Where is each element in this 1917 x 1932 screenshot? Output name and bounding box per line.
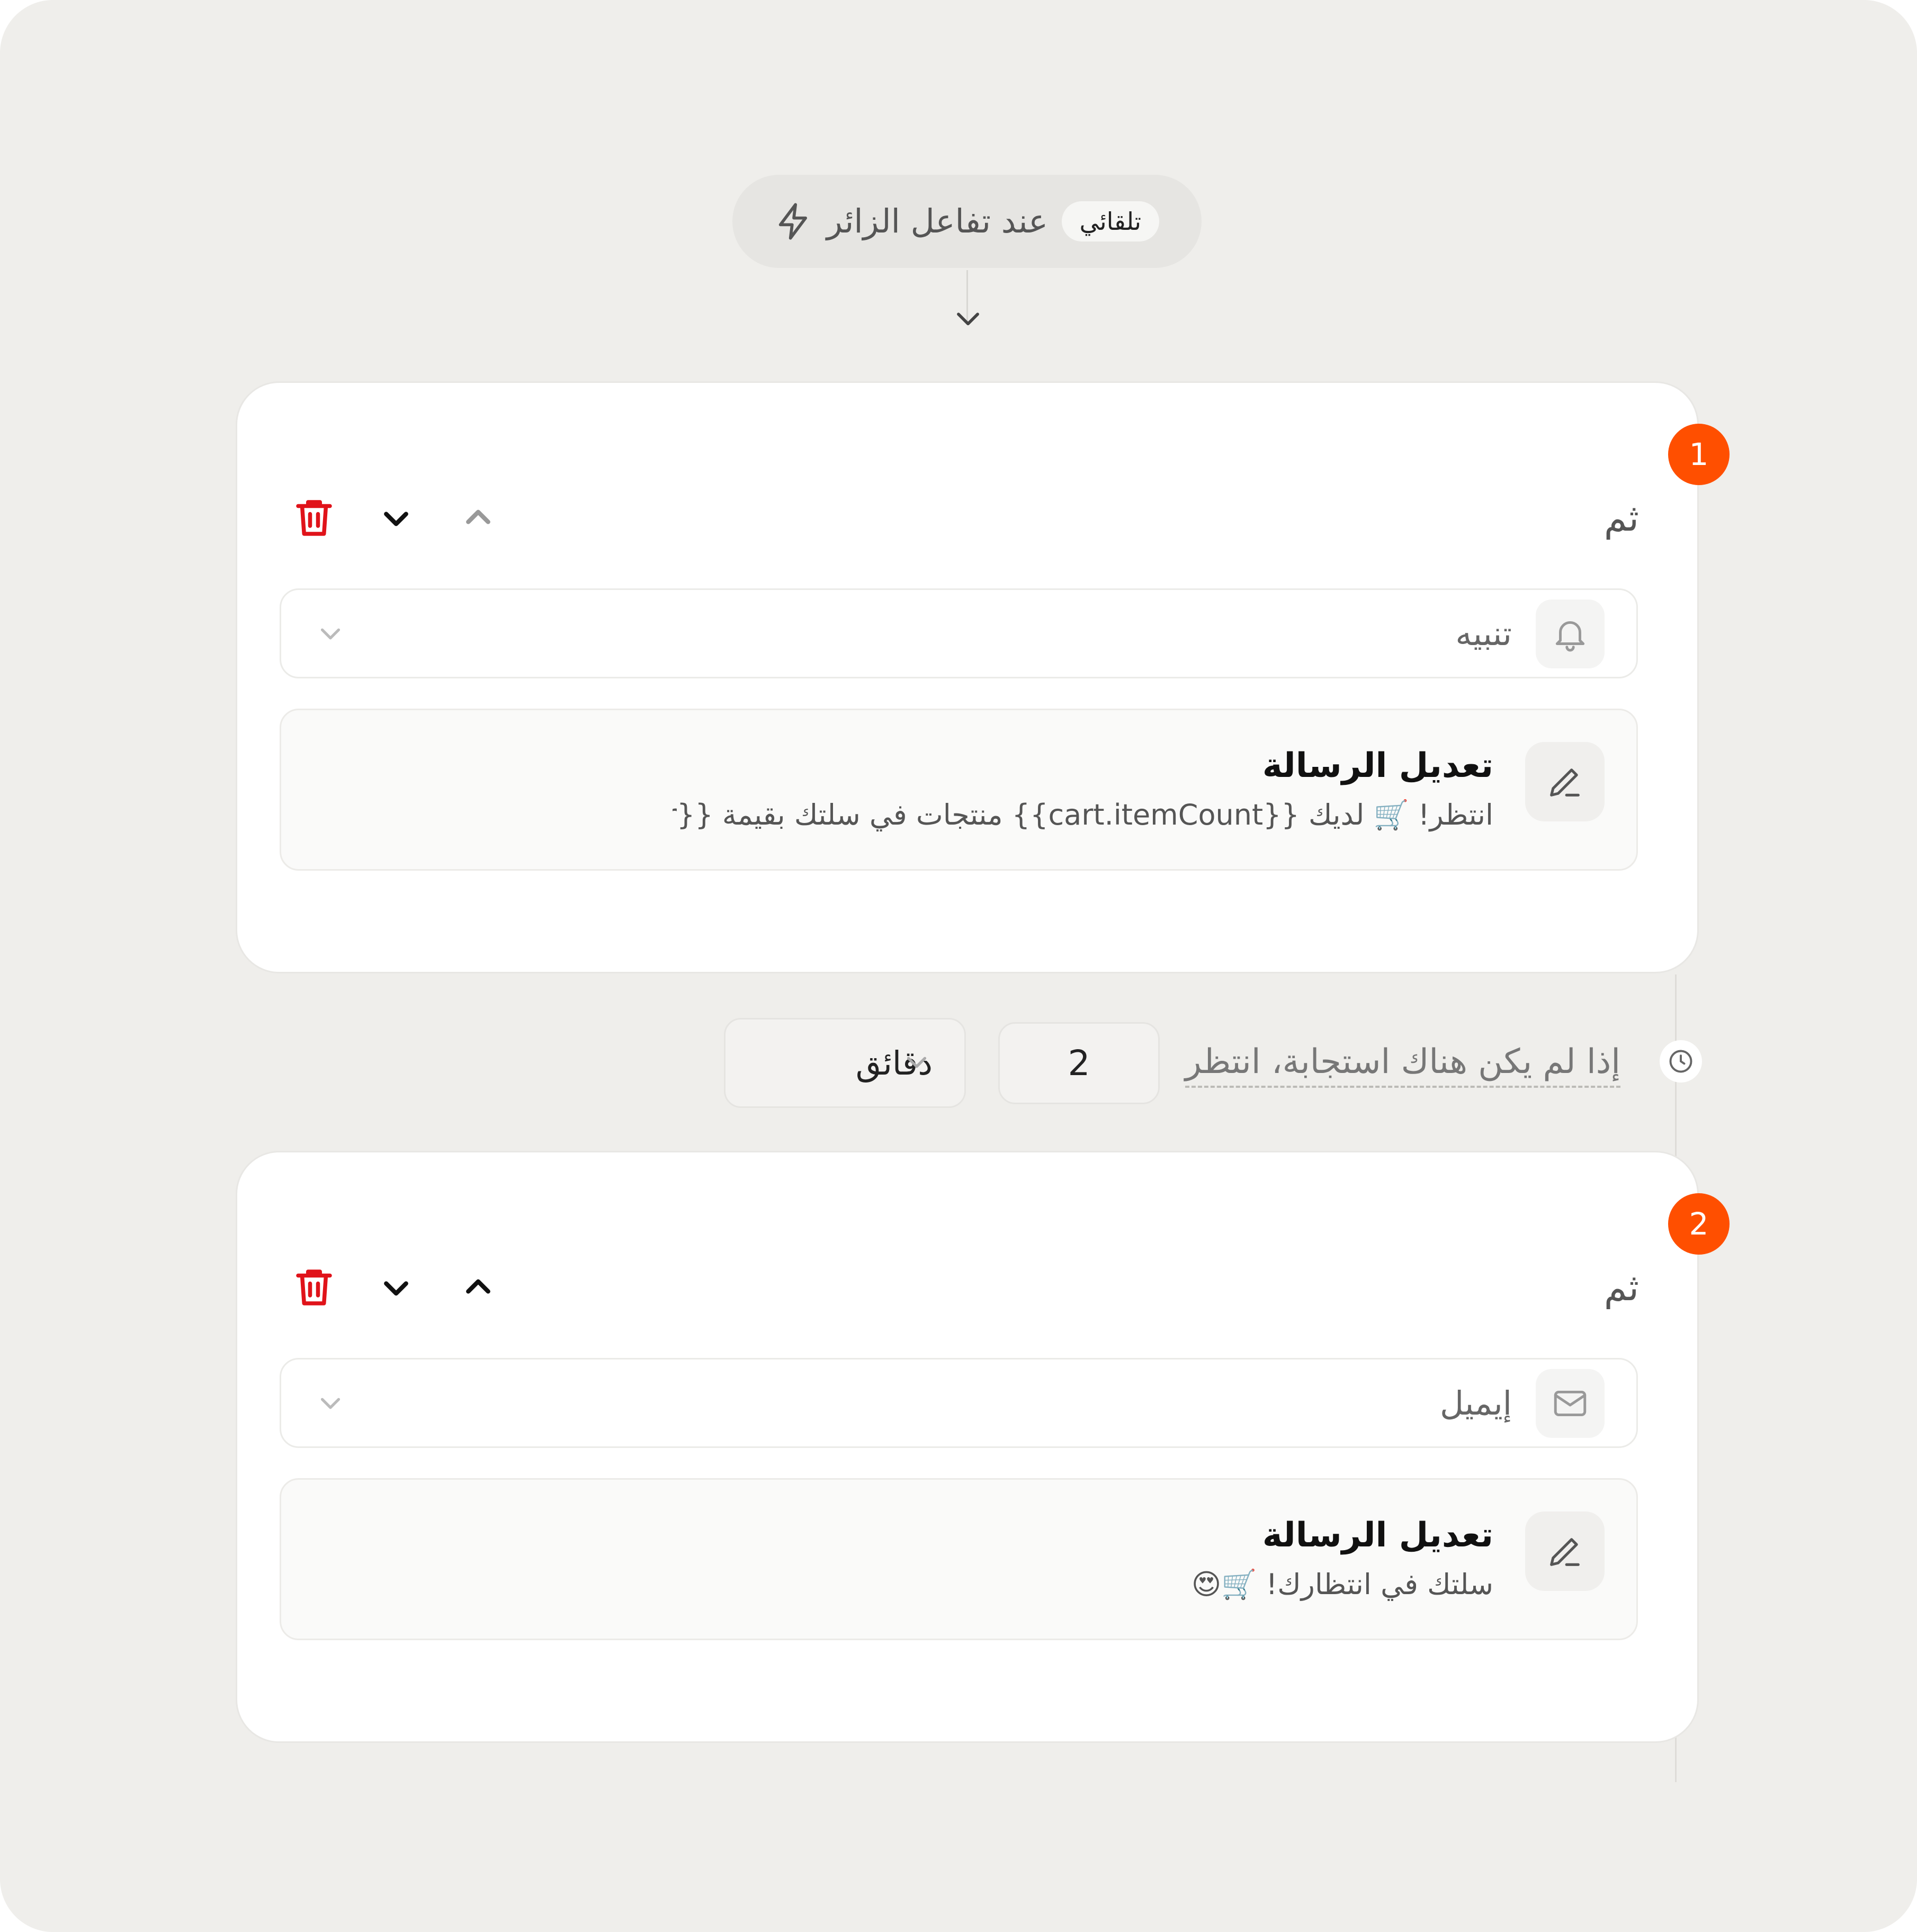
channel-select[interactable]: إيميل [280,1358,1638,1448]
bell-icon [1536,600,1605,668]
move-step-down-button[interactable] [372,1264,420,1311]
trigger-label: عند تفاعل الزائر [826,202,1048,240]
chevron-down-icon [314,1387,347,1420]
step-card-1: ثم تنبيه تعديل الرسالة انتظر! 🛒 لديك {{c… [236,381,1699,973]
move-step-up-button[interactable] [454,1264,502,1311]
chevron-up-icon [466,509,490,524]
move-step-down-button[interactable] [372,494,420,542]
clock-icon [1660,1040,1702,1083]
channel-select-value: تنبيه [1455,614,1512,653]
step-number-badge: 2 [1668,1193,1730,1255]
trash-icon [296,500,332,536]
pencil-icon [1525,1511,1605,1591]
edit-message-title: تعديل الرسالة [1262,1516,1493,1555]
step-then-label: ثم [1604,1266,1639,1309]
edit-message-title: تعديل الرسالة [1262,746,1493,785]
message-preview: سلتك في انتظارك! 🛒😍 [1191,1568,1493,1601]
pencil-icon [1525,742,1605,821]
trash-icon [296,1269,332,1305]
move-step-up-button[interactable] [454,494,502,542]
edit-message-card[interactable]: تعديل الرسالة انتظر! 🛒 لديك {{cart.itemC… [280,709,1638,871]
wait-unit-select[interactable]: دقائق [724,1018,966,1108]
step-card-2: ثم إيميل تعديل الرسالة سلتك في انتظارك! … [236,1151,1699,1743]
chevron-up-icon [466,1279,490,1294]
automation-flow-canvas: تلقائي عند تفاعل الزائر ثم تنبيه تعديل ا… [0,0,1917,1932]
chevron-down-icon [900,1046,933,1079]
chevron-down-icon [384,512,408,526]
bolt-icon [774,201,814,241]
delete-step-button[interactable] [290,494,338,542]
chevron-down-icon [952,305,984,332]
step-then-label: ثم [1604,496,1639,540]
message-preview: انتظر! 🛒 لديك {{cart.itemCount}} منتجات … [673,798,1493,831]
delete-step-button[interactable] [290,1264,338,1311]
step-number-badge: 1 [1668,424,1730,485]
edit-message-card[interactable]: تعديل الرسالة سلتك في انتظارك! 🛒😍 [280,1478,1638,1640]
channel-select-value: إيميل [1440,1384,1512,1423]
mail-icon [1536,1369,1605,1438]
wait-amount-input[interactable]: 2 [998,1022,1160,1104]
trigger-type-badge: تلقائي [1061,201,1159,241]
trigger-node[interactable]: تلقائي عند تفاعل الزائر [732,175,1202,268]
wait-condition-label[interactable]: إذا لم يكن هناك استجابة، انتظر [1185,1038,1620,1088]
chevron-down-icon [314,618,347,650]
chevron-down-icon [384,1281,408,1296]
channel-select[interactable]: تنبيه [280,588,1638,678]
